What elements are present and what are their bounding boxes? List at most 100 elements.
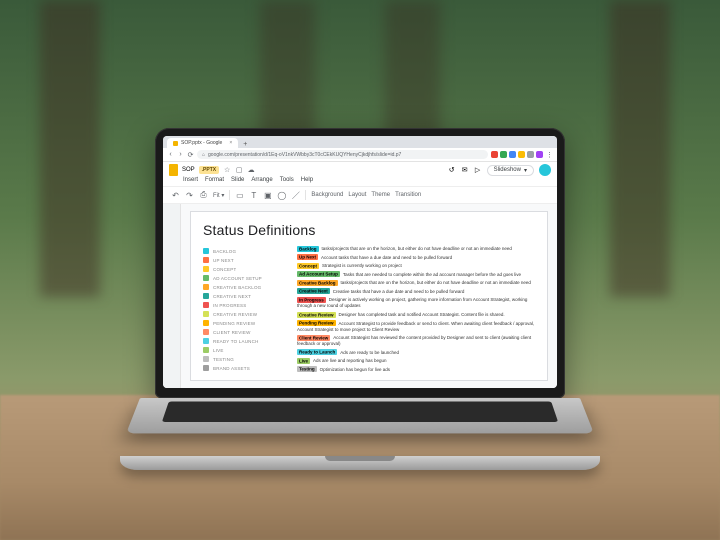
definition-row[interactable]: Creative ReviewDesigner has completed ta… [297, 312, 535, 318]
nav-reload-icon[interactable]: ⟳ [187, 151, 194, 158]
legend-item: Live [203, 347, 283, 353]
status-description: Designer is actively working on project,… [297, 297, 527, 308]
menu-insert[interactable]: Insert [183, 177, 198, 183]
definition-row[interactable]: Creative Backlogtasks/projects that are … [297, 280, 535, 286]
legend-label: Backlog [213, 249, 236, 254]
legend-item: Ready to Launch [203, 338, 283, 344]
status-tag: Concept [297, 263, 319, 269]
definition-row[interactable]: Pending ReviewAccount Strategist to prov… [297, 321, 535, 333]
status-description: Ads are ready to be launched [340, 350, 399, 355]
print-icon[interactable]: ⎙ [199, 191, 208, 200]
slide-thumbnail-rail[interactable] [163, 204, 181, 388]
menu-bar: Insert Format Slide Arrange Tools Help [169, 175, 551, 186]
definition-row[interactable]: In ProgressDesigner is actively working … [297, 297, 535, 309]
status-tag: Testing [297, 366, 317, 372]
definition-row[interactable]: Ad Account SetupTasks that are needed to… [297, 272, 535, 278]
history-icon[interactable]: ↺ [448, 166, 456, 174]
status-tag: In Progress [297, 297, 326, 303]
extension-icon[interactable] [500, 151, 507, 158]
shape-tool-icon[interactable]: ◯ [277, 191, 286, 200]
menu-help[interactable]: Help [301, 177, 313, 183]
legend-item: Client Review [203, 329, 283, 335]
transition-button[interactable]: Transition [395, 192, 421, 198]
legend-item: Creative Next [203, 293, 283, 299]
redo-icon[interactable]: ↷ [185, 191, 194, 200]
definition-row[interactable]: Backlogtasks/projects that are on the ho… [297, 246, 535, 252]
color-swatch [203, 329, 209, 335]
line-tool-icon[interactable]: ／ [291, 191, 300, 200]
status-description: tasks/projects that are on the horizon, … [341, 280, 531, 285]
browser-tab-active[interactable]: SOP.pptx - Google × [167, 138, 238, 148]
comments-icon[interactable]: ✉ [461, 166, 469, 174]
extension-icon[interactable] [527, 151, 534, 158]
definition-row[interactable]: Ready to LaunchAds are ready to be launc… [297, 350, 535, 356]
tab-close-icon[interactable]: × [229, 140, 232, 146]
present-icon[interactable]: ▷ [474, 166, 482, 174]
legend-item: BRAND ASSETS [203, 365, 283, 371]
color-swatch [203, 293, 209, 299]
doc-title[interactable]: SOP [182, 167, 195, 173]
legend-label: Creative Backlog [213, 285, 261, 290]
legend-item: Testing [203, 356, 283, 362]
legend-item: Up Next [203, 257, 283, 263]
menu-tools[interactable]: Tools [280, 177, 294, 183]
zoom-selector[interactable]: Fit ▾ [213, 192, 224, 199]
undo-icon[interactable]: ↶ [171, 191, 180, 200]
extension-icon[interactable] [491, 151, 498, 158]
slides-toolbar: ↶ ↷ ⎙ Fit ▾ ▭ T ▣ ◯ ／ Background Layout … [163, 187, 557, 204]
status-tag: Live [297, 358, 310, 364]
laptop-bezel: SOP.pptx - Google × + ‹ › ⟳ ⌂ google.com… [155, 128, 565, 398]
status-description: Optimization has begun for live ads [320, 367, 390, 372]
browser-menu-icon[interactable]: ⋮ [546, 151, 553, 158]
textbox-tool-icon[interactable]: T [249, 191, 258, 200]
laptop: SOP.pptx - Google × + ‹ › ⟳ ⌂ google.com… [155, 128, 565, 470]
nav-back-icon[interactable]: ‹ [167, 151, 174, 158]
theme-button[interactable]: Theme [371, 192, 390, 198]
definition-row[interactable]: TestingOptimization has begun for live a… [297, 367, 535, 373]
status-description: Tasks that are needed to complete within… [343, 272, 521, 277]
status-tag: Client Review [297, 335, 330, 341]
status-tag: Creative Next [297, 288, 330, 294]
nav-forward-icon[interactable]: › [177, 151, 184, 158]
legend-label: Concept [213, 267, 236, 272]
account-avatar[interactable] [539, 164, 551, 176]
menu-format[interactable]: Format [205, 177, 224, 183]
color-swatch [203, 275, 209, 281]
menu-slide[interactable]: Slide [231, 177, 244, 183]
cloud-status-icon[interactable]: ☁ [247, 166, 255, 174]
extension-icon[interactable] [536, 151, 543, 158]
legend-label: Live [213, 348, 224, 353]
status-definitions-list: Backlogtasks/projects that are on the ho… [297, 246, 535, 373]
layout-button[interactable]: Layout [348, 192, 366, 198]
color-swatch [203, 320, 209, 326]
status-description: Strategist is currently working on proje… [322, 263, 402, 268]
definition-row[interactable]: ConceptStrategist is currently working o… [297, 263, 535, 269]
extension-icon[interactable] [518, 151, 525, 158]
slideshow-button[interactable]: Slideshow ▾ [487, 165, 534, 176]
background-button[interactable]: Background [311, 192, 343, 198]
screen: SOP.pptx - Google × + ‹ › ⟳ ⌂ google.com… [163, 136, 557, 388]
legend-item: Pending Review [203, 320, 283, 326]
color-swatch [203, 338, 209, 344]
slide-canvas[interactable]: Status Definitions Backlog Up Next Concept… [191, 212, 547, 380]
color-swatch [203, 347, 209, 353]
new-tab-button[interactable]: + [240, 140, 250, 148]
definition-row[interactable]: Up NextAccount tasks that have a due dat… [297, 255, 535, 261]
url-text: google.com/presentation/d/1Eq-oV1nkVWbby… [208, 152, 401, 158]
address-bar[interactable]: ⌂ google.com/presentation/d/1Eq-oV1nkVWb… [197, 150, 488, 159]
image-tool-icon[interactable]: ▣ [263, 191, 272, 200]
definition-row[interactable]: LiveAds are live and reporting has begun [297, 358, 535, 364]
google-slides-logo-icon[interactable] [169, 164, 178, 176]
slide-title[interactable]: Status Definitions [203, 222, 535, 238]
legend-item: Backlog [203, 248, 283, 254]
menu-arrange[interactable]: Arrange [251, 177, 272, 183]
select-tool-icon[interactable]: ▭ [235, 191, 244, 200]
move-icon[interactable]: ▢ [235, 166, 243, 174]
extension-icon[interactable] [509, 151, 516, 158]
definition-row[interactable]: Creative NextCreative tasks that have a … [297, 289, 535, 295]
status-tag: Up Next [297, 254, 318, 260]
site-info-icon[interactable]: ⌂ [202, 152, 205, 158]
definition-row[interactable]: Client ReviewAccount Strategist has revi… [297, 335, 535, 347]
legend-label: In Progress [213, 303, 246, 308]
star-icon[interactable]: ☆ [223, 166, 231, 174]
